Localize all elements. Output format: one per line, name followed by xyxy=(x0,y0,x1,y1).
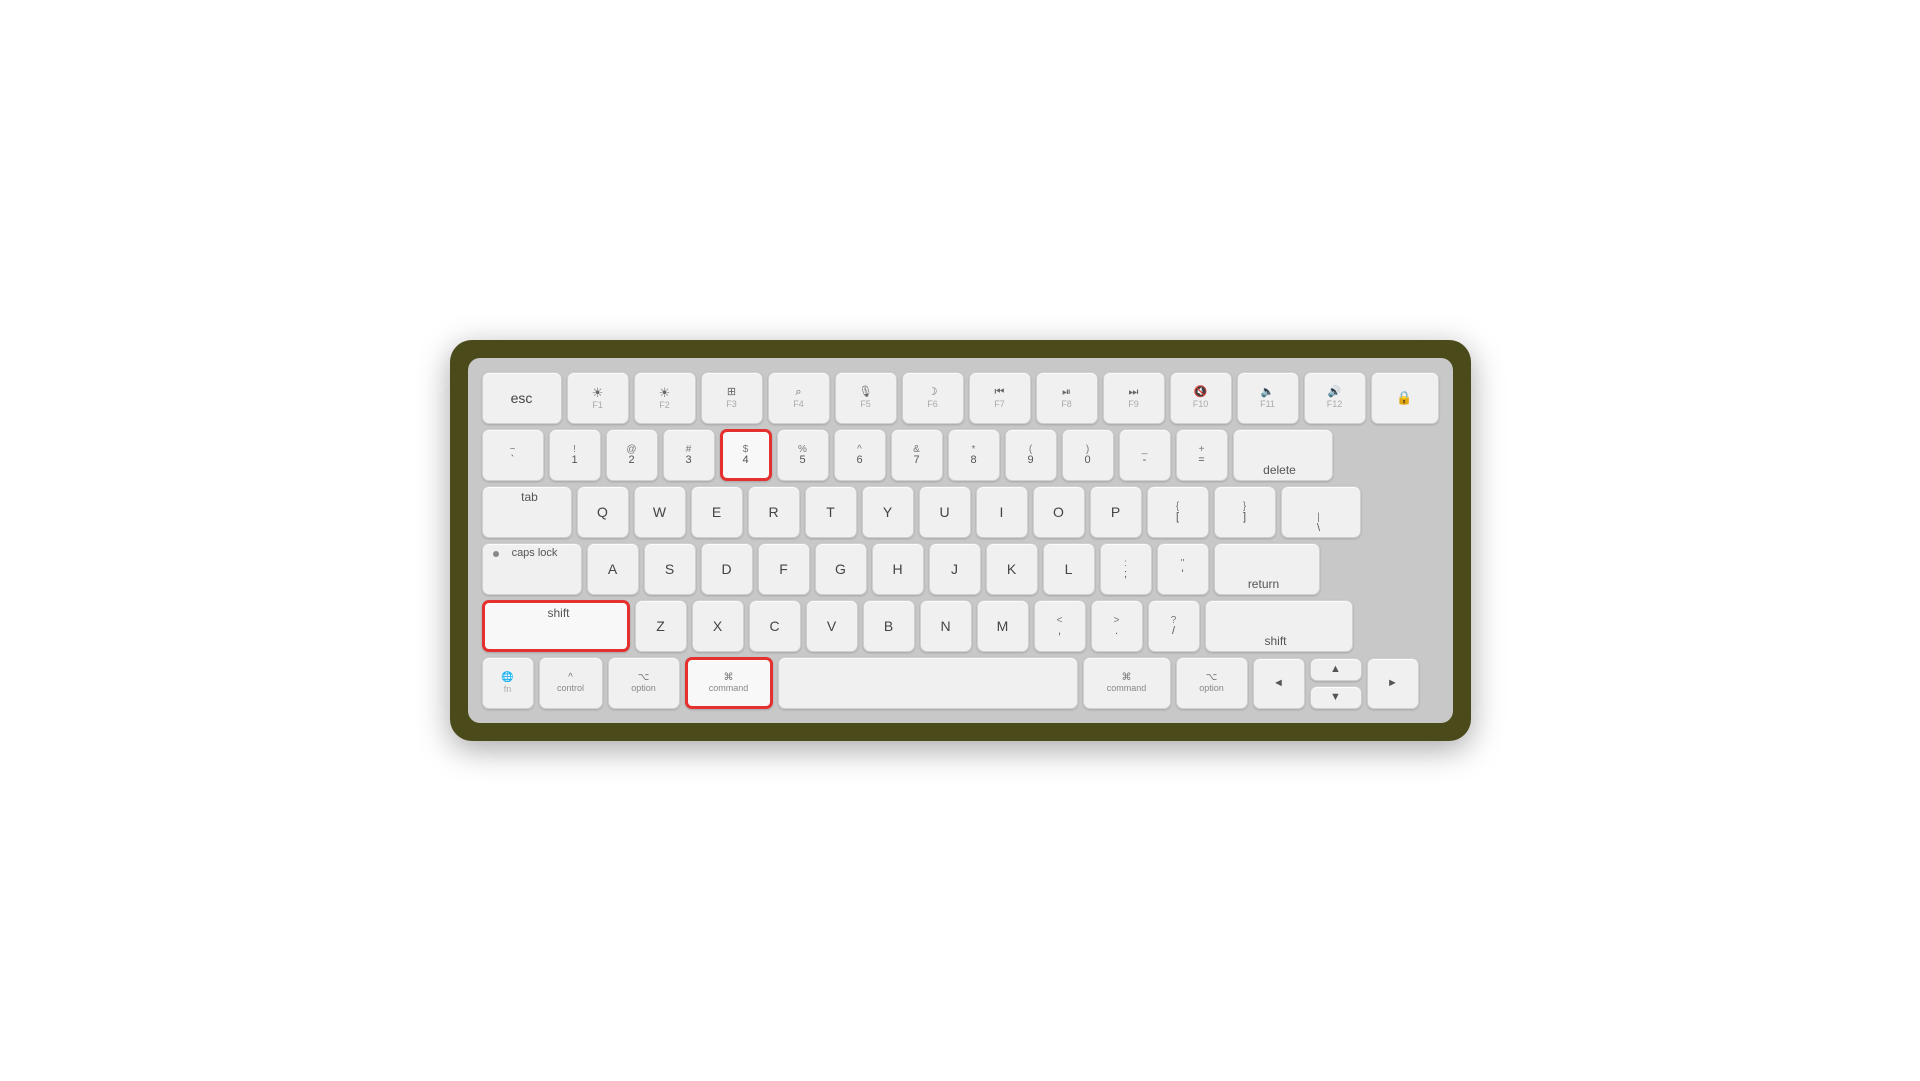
key-r[interactable]: R xyxy=(748,486,800,538)
caps-lock-indicator xyxy=(493,551,499,557)
asdf-row: caps lock A S D F G H J K L : ; " ' retu… xyxy=(482,543,1439,595)
key-x[interactable]: X xyxy=(692,600,744,652)
bottom-row: 🌐 fn ^ control ⌥ option ⌘ command ⌘ comm… xyxy=(482,657,1439,709)
key-slash[interactable]: ? / xyxy=(1148,600,1200,652)
key-option-left[interactable]: ⌥ option xyxy=(608,657,680,709)
key-s[interactable]: S xyxy=(644,543,696,595)
key-f2[interactable]: ☀ F2 xyxy=(634,372,696,424)
key-space[interactable] xyxy=(778,657,1078,709)
key-tilde[interactable]: ~ ` xyxy=(482,429,544,481)
key-k[interactable]: K xyxy=(986,543,1038,595)
key-esc-label: esc xyxy=(511,390,533,407)
key-tab[interactable]: tab xyxy=(482,486,572,538)
key-i[interactable]: I xyxy=(976,486,1028,538)
key-f5[interactable]: 🎙 F5 xyxy=(835,372,897,424)
key-shift-right[interactable]: shift xyxy=(1205,600,1353,652)
key-delete[interactable]: delete xyxy=(1233,429,1333,481)
key-e[interactable]: E xyxy=(691,486,743,538)
key-f1[interactable]: ☀ F1 xyxy=(567,372,629,424)
key-2[interactable]: @ 2 xyxy=(606,429,658,481)
key-f9[interactable]: ⏭ F9 xyxy=(1103,372,1165,424)
key-arrow-up[interactable]: ▲ xyxy=(1310,658,1362,681)
key-return[interactable]: return xyxy=(1214,543,1320,595)
key-g[interactable]: G xyxy=(815,543,867,595)
key-0[interactable]: ) 0 xyxy=(1062,429,1114,481)
key-q[interactable]: Q xyxy=(577,486,629,538)
key-comma[interactable]: < , xyxy=(1034,600,1086,652)
qwerty-row: tab Q W E R T Y U I O P { [ } ] | \ xyxy=(482,486,1439,538)
arrow-key-group: ◄ ▲ ▼ ► xyxy=(1253,658,1419,709)
key-fn[interactable]: 🌐 fn xyxy=(482,657,534,709)
key-minus[interactable]: _ - xyxy=(1119,429,1171,481)
key-esc[interactable]: esc xyxy=(482,372,562,424)
key-o[interactable]: O xyxy=(1033,486,1085,538)
key-4[interactable]: $ 4 xyxy=(720,429,772,481)
key-arrow-right[interactable]: ► xyxy=(1367,658,1419,709)
key-caps-lock[interactable]: caps lock xyxy=(482,543,582,595)
key-8[interactable]: * 8 xyxy=(948,429,1000,481)
key-j[interactable]: J xyxy=(929,543,981,595)
key-f7[interactable]: ⏮ F7 xyxy=(969,372,1031,424)
key-3[interactable]: # 3 xyxy=(663,429,715,481)
key-shift-left[interactable]: shift xyxy=(482,600,630,652)
key-u[interactable]: U xyxy=(919,486,971,538)
key-1[interactable]: ! 1 xyxy=(549,429,601,481)
key-f8[interactable]: ⏯ F8 xyxy=(1036,372,1098,424)
key-p[interactable]: P xyxy=(1090,486,1142,538)
key-equals[interactable]: + = xyxy=(1176,429,1228,481)
key-c[interactable]: C xyxy=(749,600,801,652)
arrow-updown: ▲ ▼ xyxy=(1310,658,1362,709)
key-f11[interactable]: 🔈 F11 xyxy=(1237,372,1299,424)
key-m[interactable]: M xyxy=(977,600,1029,652)
key-option-right[interactable]: ⌥ option xyxy=(1176,657,1248,709)
arrow-top-row: ◄ ▲ ▼ ► xyxy=(1253,658,1419,709)
key-f10[interactable]: 🔇 F10 xyxy=(1170,372,1232,424)
key-lbracket[interactable]: { [ xyxy=(1147,486,1209,538)
key-w[interactable]: W xyxy=(634,486,686,538)
key-f12[interactable]: 🔊 F12 xyxy=(1304,372,1366,424)
key-period[interactable]: > . xyxy=(1091,600,1143,652)
fn-row: esc ☀ F1 ☀ F2 ⊞ F3 ⌕ F4 🎙 F5 xyxy=(482,372,1439,424)
zxcv-row: shift Z X C V B N M < , > . ? / shift xyxy=(482,600,1439,652)
key-6[interactable]: ^ 6 xyxy=(834,429,886,481)
key-t[interactable]: T xyxy=(805,486,857,538)
key-5[interactable]: % 5 xyxy=(777,429,829,481)
key-command-right[interactable]: ⌘ command xyxy=(1083,657,1171,709)
keyboard-body: esc ☀ F1 ☀ F2 ⊞ F3 ⌕ F4 🎙 F5 xyxy=(468,358,1453,723)
key-arrow-left[interactable]: ◄ xyxy=(1253,658,1305,709)
key-arrow-down[interactable]: ▼ xyxy=(1310,686,1362,709)
key-b[interactable]: B xyxy=(863,600,915,652)
key-n[interactable]: N xyxy=(920,600,972,652)
key-d[interactable]: D xyxy=(701,543,753,595)
number-row: ~ ` ! 1 @ 2 # 3 $ 4 % 5 xyxy=(482,429,1439,481)
key-f3[interactable]: ⊞ F3 xyxy=(701,372,763,424)
key-backslash[interactable]: | \ xyxy=(1281,486,1361,538)
key-f6[interactable]: ☽ F6 xyxy=(902,372,964,424)
key-control[interactable]: ^ control xyxy=(539,657,603,709)
key-semicolon[interactable]: : ; xyxy=(1100,543,1152,595)
key-y[interactable]: Y xyxy=(862,486,914,538)
key-command-left[interactable]: ⌘ command xyxy=(685,657,773,709)
key-f4[interactable]: ⌕ F4 xyxy=(768,372,830,424)
key-a[interactable]: A xyxy=(587,543,639,595)
key-lock[interactable]: 🔒 xyxy=(1371,372,1439,424)
key-z[interactable]: Z xyxy=(635,600,687,652)
key-l[interactable]: L xyxy=(1043,543,1095,595)
key-quote[interactable]: " ' xyxy=(1157,543,1209,595)
keyboard-wrapper: esc ☀ F1 ☀ F2 ⊞ F3 ⌕ F4 🎙 F5 xyxy=(450,340,1471,741)
key-rbracket[interactable]: } ] xyxy=(1214,486,1276,538)
key-9[interactable]: ( 9 xyxy=(1005,429,1057,481)
key-v[interactable]: V xyxy=(806,600,858,652)
key-h[interactable]: H xyxy=(872,543,924,595)
key-7[interactable]: & 7 xyxy=(891,429,943,481)
key-f[interactable]: F xyxy=(758,543,810,595)
